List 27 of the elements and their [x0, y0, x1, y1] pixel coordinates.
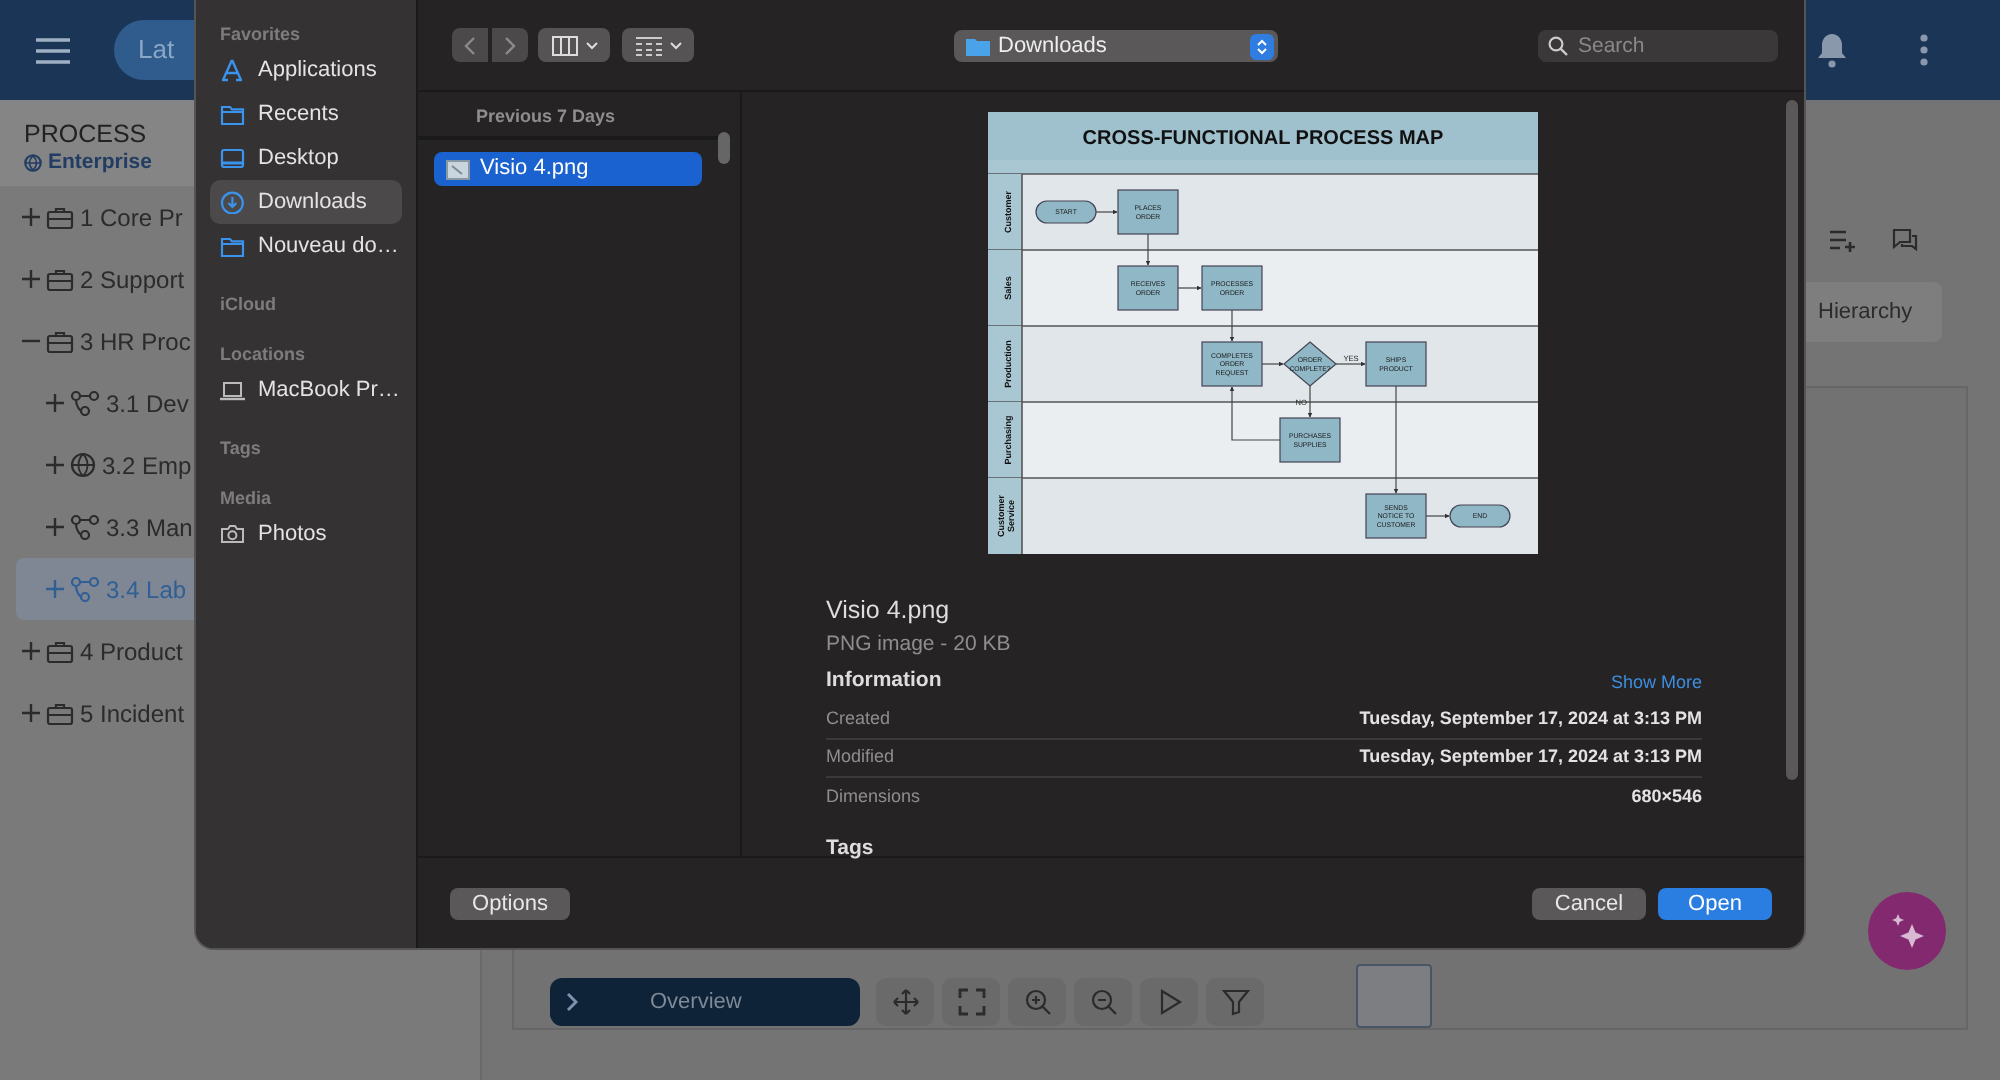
info-value: Tuesday, September 17, 2024 at 3:13 PM — [1359, 744, 1702, 770]
info-label: Dimensions — [826, 783, 921, 809]
tree-item-label: 3.4 Lab — [106, 573, 187, 607]
tree-item-label: 4 Product — [80, 635, 183, 669]
sidebar-subtitle: Enterprise — [48, 148, 152, 178]
tree-item-label: 3 HR Proc — [80, 325, 191, 359]
tree-item-label: 5 Incident — [80, 697, 185, 731]
sidebar-heading: Locations — [218, 342, 308, 368]
info-label: Modified — [826, 744, 895, 770]
sidebar-heading: Media — [218, 486, 274, 512]
tree-item-label: 3.2 Emp — [102, 449, 192, 483]
group-heading: Previous 7 Days — [474, 104, 618, 130]
diagram-title-bar: CROSS-FUNCTIONAL PROCESS MAP — [988, 112, 1538, 160]
sidebar-heading: iCloud — [218, 292, 278, 318]
tree-item-label: 3.1 Dev — [106, 387, 189, 421]
section-heading: Tags — [826, 833, 874, 864]
sidebar-title: PROCESS — [24, 120, 149, 148]
info-value: Tuesday, September 17, 2024 at 3:13 PM — [1359, 706, 1702, 732]
sidebar-heading: Tags — [218, 436, 263, 462]
tree-item-label: 2 Support — [80, 263, 185, 297]
section-heading: Information — [826, 666, 942, 696]
info-value: 680×546 — [1631, 783, 1702, 809]
tree-item-label: 3.3 Man — [106, 511, 193, 545]
file-kind: PNG image - 20 KB — [826, 630, 1013, 660]
tree-item-label: 1 Core Pr — [80, 201, 183, 235]
file-name: Visio 4.png — [826, 594, 952, 626]
info-label: Created — [826, 706, 891, 732]
